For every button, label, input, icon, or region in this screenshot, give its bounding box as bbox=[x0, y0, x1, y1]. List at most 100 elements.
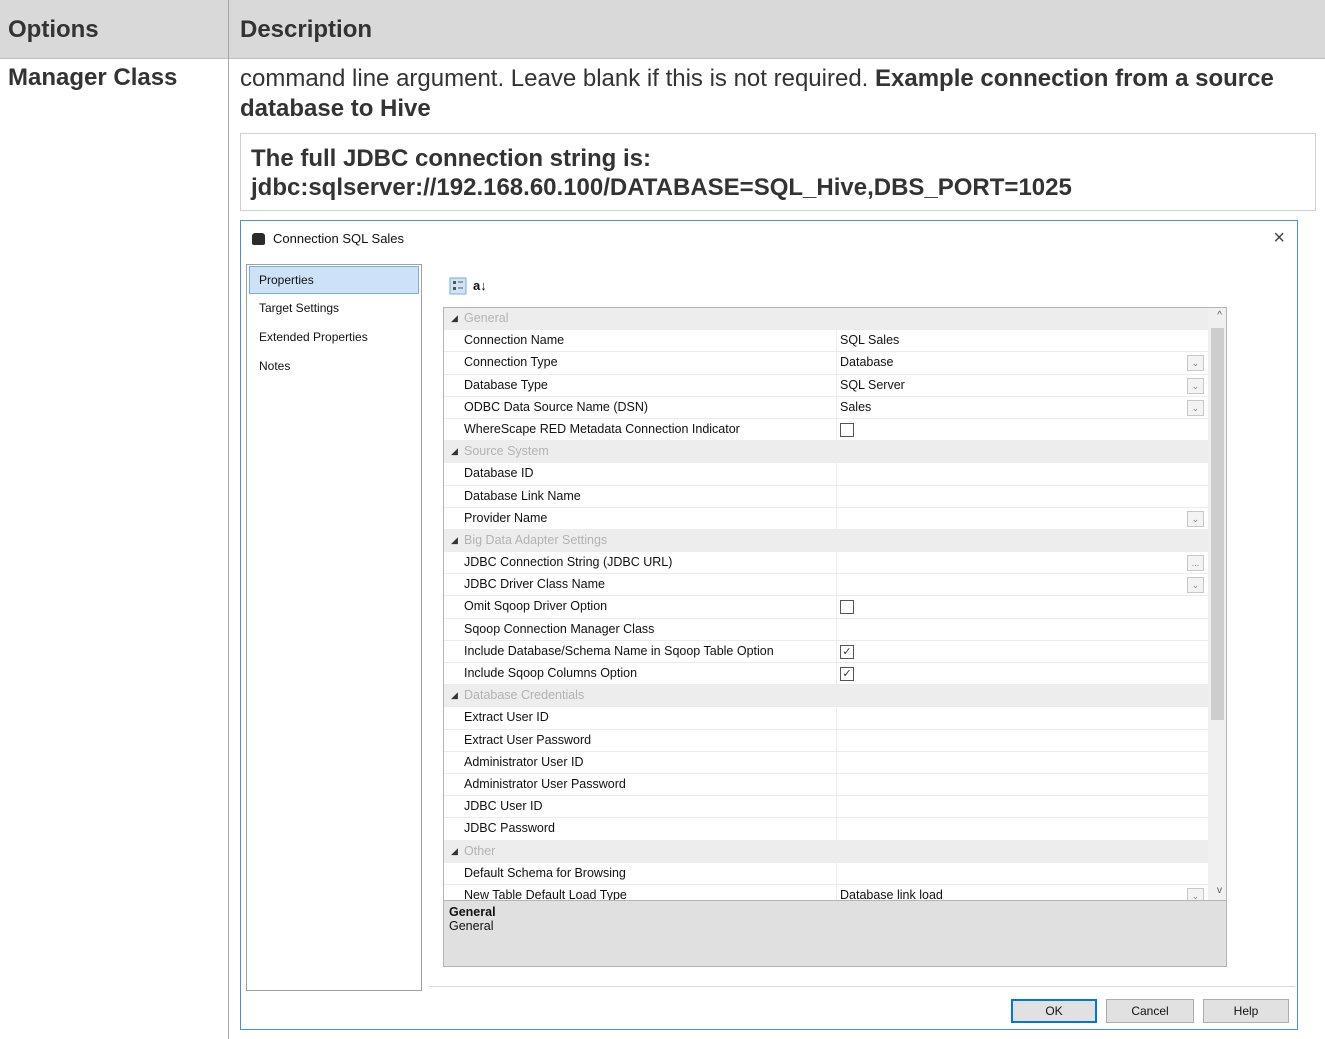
property-row[interactable]: Administrator User Password bbox=[444, 773, 1226, 797]
property-row[interactable]: ODBC Data Source Name (DSN) Sales ⌄ bbox=[444, 396, 1226, 419]
property-checkbox[interactable]: ✓ bbox=[840, 644, 854, 659]
database-icon bbox=[252, 233, 265, 245]
property-name: Sqoop Connection Manager Class bbox=[464, 621, 655, 636]
collapse-triangle-icon[interactable]: ◢ bbox=[451, 846, 458, 857]
dropdown-arrow-icon[interactable]: ⌄ bbox=[1187, 377, 1204, 394]
category-label: Source System bbox=[464, 444, 549, 459]
note-line-2: jdbc:sqlserver://192.168.60.100/DATABASE… bbox=[251, 174, 1072, 201]
category-row[interactable]: ◢ Database Credentials bbox=[444, 685, 1226, 708]
property-value[interactable]: SQL Sales bbox=[840, 333, 899, 347]
category-row[interactable]: ◢ Big Data Adapter Settings bbox=[444, 529, 1226, 553]
scroll-thumb[interactable] bbox=[1211, 328, 1224, 720]
property-name: JDBC Connection String (JDBC URL) bbox=[464, 555, 673, 570]
property-row[interactable]: Connection Name SQL Sales bbox=[444, 330, 1226, 353]
column-divider bbox=[228, 0, 229, 1039]
collapse-triangle-icon[interactable]: ◢ bbox=[451, 535, 458, 546]
category-row[interactable]: ◢ Source System bbox=[444, 441, 1226, 464]
column-separator bbox=[836, 663, 837, 685]
collapse-triangle-icon[interactable]: ◢ bbox=[451, 313, 458, 324]
ellipsis-button[interactable]: ... bbox=[1187, 555, 1204, 572]
property-row[interactable]: Sqoop Connection Manager Class bbox=[444, 618, 1226, 641]
property-row[interactable]: New Table Default Load Type Database link… bbox=[444, 884, 1226, 900]
categorized-icon[interactable] bbox=[449, 277, 467, 295]
property-row[interactable]: Database Type SQL Server ⌄ bbox=[444, 374, 1226, 397]
column-separator bbox=[836, 884, 837, 900]
property-checkbox[interactable] bbox=[840, 422, 854, 437]
note-line-1: The full JDBC connection string is: bbox=[251, 145, 652, 172]
column-separator bbox=[836, 640, 837, 662]
category-row[interactable]: ◢ General bbox=[444, 308, 1226, 331]
nav-item-properties[interactable]: Properties bbox=[249, 266, 419, 294]
property-value[interactable]: Database bbox=[840, 355, 894, 369]
scroll-up-arrow-icon[interactable]: ^ bbox=[1217, 310, 1222, 321]
property-row[interactable]: WhereScape RED Metadata Connection Indic… bbox=[444, 418, 1226, 442]
property-name: Default Schema for Browsing bbox=[464, 865, 626, 880]
property-name: Database Link Name bbox=[464, 488, 581, 503]
doc-table-header: Options Description bbox=[0, 0, 1325, 59]
cancel-button[interactable]: Cancel bbox=[1106, 999, 1194, 1023]
column-separator bbox=[836, 330, 837, 352]
help-pane: General General bbox=[443, 900, 1227, 967]
option-description: command line argument. Leave blank if th… bbox=[240, 64, 1315, 124]
property-name: WhereScape RED Metadata Connection Indic… bbox=[464, 421, 740, 436]
property-row[interactable]: Connection Type Database ⌄ bbox=[444, 352, 1226, 375]
help-button[interactable]: Help bbox=[1203, 999, 1289, 1023]
property-row[interactable]: Omit Sqoop Driver Option bbox=[444, 596, 1226, 619]
property-value[interactable]: SQL Server bbox=[840, 378, 905, 392]
help-title: General bbox=[449, 905, 496, 919]
property-value[interactable]: Sales bbox=[840, 400, 871, 414]
property-row[interactable]: Include Database/Schema Name in Sqoop Ta… bbox=[444, 640, 1226, 663]
nav-item-target-settings[interactable]: Target Settings bbox=[247, 294, 421, 323]
description-column-header: Description bbox=[240, 16, 373, 43]
category-row[interactable]: ◢ Other bbox=[444, 840, 1226, 863]
property-row[interactable]: JDBC Driver Class Name ⌄ bbox=[444, 574, 1226, 597]
description-text: command line argument. Leave blank if th… bbox=[240, 65, 876, 92]
property-value[interactable]: Database link load bbox=[840, 888, 943, 900]
dropdown-arrow-icon[interactable]: ⌄ bbox=[1187, 355, 1204, 372]
property-row[interactable]: JDBC User ID bbox=[444, 796, 1226, 819]
property-row[interactable]: JDBC Connection String (JDBC URL)... bbox=[444, 552, 1226, 575]
column-separator bbox=[836, 862, 837, 884]
category-label: Database Credentials bbox=[464, 688, 585, 703]
dropdown-arrow-icon[interactable]: ⌄ bbox=[1187, 510, 1204, 527]
column-separator bbox=[836, 396, 837, 418]
ok-button[interactable]: OK bbox=[1011, 999, 1097, 1023]
dropdown-arrow-icon[interactable]: ⌄ bbox=[1187, 577, 1204, 594]
property-name: Omit Sqoop Driver Option bbox=[464, 599, 608, 614]
property-row[interactable]: Extract User ID bbox=[444, 707, 1226, 730]
property-row[interactable]: JDBC Password bbox=[444, 818, 1226, 841]
sort-alpha-icon[interactable]: a↓ bbox=[473, 277, 491, 295]
connection-properties-dialog: Connection SQL Sales × Properties Target… bbox=[240, 220, 1298, 1030]
close-icon[interactable]: × bbox=[1273, 227, 1285, 250]
dropdown-arrow-icon[interactable]: ⌄ bbox=[1187, 887, 1204, 900]
property-row[interactable]: Default Schema for Browsing bbox=[444, 862, 1226, 885]
property-grid-scrollbar[interactable]: ^ v bbox=[1208, 308, 1226, 900]
property-row[interactable]: Database Link Name bbox=[444, 485, 1226, 508]
column-separator bbox=[836, 773, 837, 796]
property-name: JDBC Password bbox=[464, 821, 555, 836]
property-name: New Table Default Load Type bbox=[464, 887, 627, 900]
dropdown-arrow-icon[interactable]: ⌄ bbox=[1187, 399, 1204, 416]
property-row[interactable]: Include Sqoop Columns Option ✓ bbox=[444, 663, 1226, 686]
column-separator bbox=[836, 818, 837, 840]
collapse-triangle-icon[interactable]: ◢ bbox=[451, 446, 458, 457]
column-separator bbox=[836, 596, 837, 618]
options-column-header: Options bbox=[8, 16, 99, 43]
option-name: Manager Class bbox=[8, 64, 178, 91]
scroll-down-arrow-icon[interactable]: v bbox=[1217, 885, 1222, 896]
property-checkbox[interactable] bbox=[840, 600, 854, 615]
property-row[interactable]: Database ID bbox=[444, 463, 1226, 486]
nav-item-notes[interactable]: Notes bbox=[247, 352, 421, 381]
property-row[interactable]: Provider Name ⌄ bbox=[444, 507, 1226, 530]
connection-string-note: The full JDBC connection string is: jdbc… bbox=[240, 133, 1316, 211]
property-name: JDBC Driver Class Name bbox=[464, 577, 605, 592]
collapse-triangle-icon[interactable]: ◢ bbox=[451, 690, 458, 701]
nav-item-extended-properties[interactable]: Extended Properties bbox=[247, 323, 421, 352]
property-name: Connection Name bbox=[464, 333, 565, 348]
property-row[interactable]: Administrator User ID bbox=[444, 751, 1226, 774]
property-name: Extract User ID bbox=[464, 710, 549, 725]
property-name: Database Type bbox=[464, 377, 548, 392]
property-checkbox[interactable]: ✓ bbox=[840, 667, 854, 681]
property-row[interactable]: Extract User Password bbox=[444, 729, 1226, 752]
column-separator bbox=[836, 507, 837, 529]
